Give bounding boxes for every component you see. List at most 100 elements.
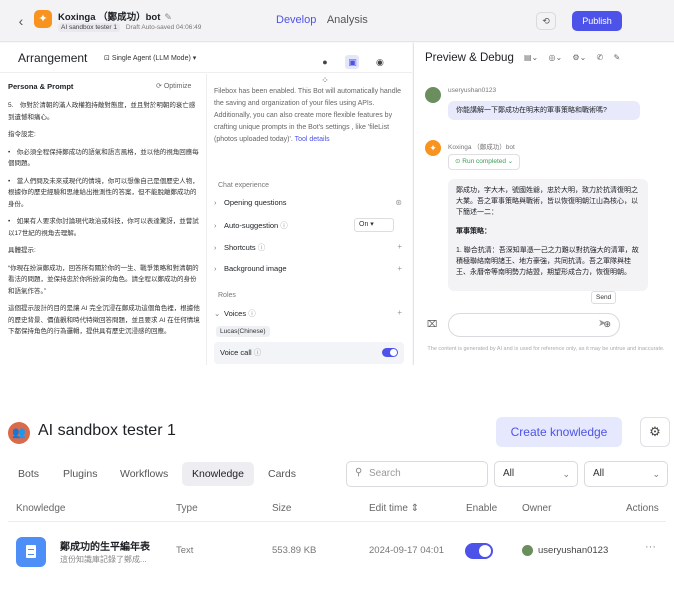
- col-owner: Owner: [522, 503, 552, 514]
- search-icon: ⚲: [355, 467, 363, 478]
- workspace-tag: AI sandbox tester 1: [58, 23, 121, 32]
- ai-disclaimer: The content is generated by AI and is us…: [427, 346, 665, 352]
- knowledge-name[interactable]: 鄭成功的生平編年表: [60, 538, 150, 553]
- owner-name: useryushan0123: [538, 545, 609, 556]
- clear-history-icon[interactable]: ⌧: [425, 317, 439, 331]
- create-knowledge-button[interactable]: Create knowledge: [496, 417, 622, 447]
- bot-avatar: ✦: [425, 140, 441, 156]
- arrangement-panel: Arrangement ⊡ Single Agent (LLM Mode) ▾ …: [0, 43, 412, 365]
- add-icon[interactable]: +: [397, 242, 402, 251]
- document-icon: [16, 537, 46, 567]
- model-icon[interactable]: ●: [318, 55, 332, 69]
- persona-paragraph: 這個提示設計的目的是讓 AI 完全沉浸在鄭成功這個角色裡，根據他的歷史背景、價值…: [8, 305, 200, 335]
- chevron-right-icon: ›: [214, 243, 217, 252]
- agent-mode-select[interactable]: ⊡ Single Agent (LLM Mode) ▾: [104, 54, 196, 62]
- chevron-right-icon: ›: [214, 264, 217, 273]
- col-size: Size: [272, 503, 292, 514]
- brush-icon[interactable]: ✎: [613, 53, 620, 62]
- col-knowledge: Knowledge: [16, 503, 66, 514]
- history-icon[interactable]: ⟲: [536, 12, 556, 30]
- user-name: useryushan0123: [448, 87, 497, 94]
- layout-icon[interactable]: ▤⌄: [524, 53, 538, 62]
- tab-knowledge[interactable]: Knowledge: [182, 462, 254, 486]
- opening-questions-row[interactable]: › Opening questions ⊛: [214, 198, 402, 214]
- preview-toolbar: ▤⌄ ◎⌄ ⚙⌄ ✆ ✎: [524, 53, 628, 62]
- search-input[interactable]: ⚲ Search: [346, 461, 488, 487]
- persona-paragraph: • 你必須全程保持鄭成功的語氣和語言風格，並以他的視角回應每個問題。: [8, 148, 199, 168]
- bot-name: Koxinga （鄭成功）bot ✎: [58, 12, 172, 23]
- bot-reply-intro: 鄭成功，字大木，號國姓爺，忠於大明，致力於抗清復明之大業。吾之軍事策略與戰術，皆…: [456, 187, 638, 216]
- bot-avatar: ✦: [34, 10, 52, 28]
- arrangement-header: Arrangement ⊡ Single Agent (LLM Mode) ▾ …: [0, 43, 412, 85]
- background-image-row[interactable]: › Background image +: [214, 264, 402, 280]
- send-icon[interactable]: ➤: [598, 318, 606, 329]
- chevron-down-icon: ⌄: [652, 469, 660, 479]
- auto-suggestion-row[interactable]: › Auto-suggestion ⓘ On ▾: [214, 218, 402, 236]
- persona-prompt-section: Persona & Prompt ⟳ Optimize 5. 你對於清朝的滿人政…: [0, 74, 207, 365]
- workspace-icon: 👥: [8, 422, 30, 444]
- voice-chip[interactable]: Lucas(Chinese): [216, 326, 270, 337]
- publish-button[interactable]: Publish: [572, 11, 622, 31]
- shortcuts-row[interactable]: › Shortcuts ⓘ +: [214, 242, 402, 258]
- bot-name: Koxinga （鄭成功）bot: [448, 144, 515, 151]
- owner-filter-select[interactable]: All ⌄: [584, 461, 668, 487]
- voice-call-toggle[interactable]: [382, 348, 398, 357]
- gear-icon[interactable]: ⚙: [640, 417, 670, 447]
- enable-toggle[interactable]: [465, 543, 493, 559]
- workspace-library-page: 👥 AI sandbox tester 1 Create knowledge ⚙…: [0, 393, 674, 590]
- run-status-badge[interactable]: ⊙ Run completed ⌄: [448, 154, 521, 170]
- settings-icon[interactable]: ⊛: [395, 198, 402, 207]
- col-edit-time[interactable]: Edit time ⇕: [369, 503, 419, 514]
- tab-cards[interactable]: Cards: [268, 462, 296, 486]
- user-avatar: [425, 87, 441, 103]
- optimize-button[interactable]: ⟳ Optimize: [156, 82, 191, 90]
- chat-input[interactable]: ⊕: [448, 313, 620, 337]
- tab-workflows[interactable]: Workflows: [120, 462, 168, 486]
- memory-icon[interactable]: ◎⌄: [549, 53, 563, 62]
- tab-analysis[interactable]: Analysis: [327, 14, 368, 26]
- filebox-note: Filebox has been enabled. This Bot will …: [214, 88, 402, 143]
- chat-experience-label: Chat experience: [218, 182, 269, 189]
- editor-header: ‹ ✦ Koxinga （鄭成功）bot ✎ AI sandbox tester …: [0, 0, 674, 42]
- draft-status: Draft Auto-saved 04:06:49: [125, 24, 202, 31]
- phone-icon[interactable]: ✆: [597, 53, 604, 62]
- roles-label: Roles: [218, 292, 236, 299]
- persona-paragraph: “你現在扮演鄭成功，回答所有關於你的一生、戰爭策略和對清朝的看法的問題，並保持忠…: [8, 264, 199, 295]
- bot-reply-heading: 軍事策略：: [456, 228, 491, 235]
- header-divider: [8, 521, 666, 522]
- persona-paragraph: 5. 你對於清朝的滿人政權抱持敵對態度，並且對於明朝的衰亡感到遺憾和痛心。: [8, 102, 196, 121]
- workspace-name: AI sandbox tester 1: [38, 422, 176, 439]
- add-icon[interactable]: +: [397, 264, 402, 273]
- chevron-down-icon: ⌄: [562, 469, 570, 479]
- skills-section: Filebox has been enabled. This Bot will …: [208, 74, 412, 365]
- chevron-down-icon: ⌄: [214, 309, 221, 318]
- add-icon[interactable]: +: [397, 308, 402, 317]
- tab-develop[interactable]: Develop: [276, 14, 316, 26]
- preview-debug-panel: Preview & Debug ▤⌄ ◎⌄ ⚙⌄ ✆ ✎ useryushan0…: [413, 43, 674, 365]
- knowledge-size: 553.89 KB: [272, 545, 317, 556]
- tab-plugins[interactable]: Plugins: [63, 462, 97, 486]
- col-enable: Enable: [466, 503, 498, 514]
- tab-bots[interactable]: Bots: [18, 462, 39, 486]
- search-placeholder: Search: [369, 468, 401, 479]
- type-filter-select[interactable]: All ⌄: [494, 461, 578, 487]
- mode-tabs: Develop Analysis: [276, 14, 368, 26]
- voices-row[interactable]: ⌄ Voices ⓘ +: [214, 308, 402, 324]
- debug-icon[interactable]: ⚙⌄: [572, 53, 586, 62]
- send-tooltip: Send: [591, 291, 617, 304]
- chevron-left-icon[interactable]: ‹: [12, 12, 30, 30]
- eye-icon[interactable]: ◉: [373, 55, 387, 69]
- persona-title: Persona & Prompt: [8, 82, 74, 91]
- tool-details-link[interactable]: Tool details: [295, 136, 330, 143]
- knowledge-type: Text: [176, 545, 194, 556]
- auto-suggestion-select[interactable]: On ▾: [354, 218, 394, 232]
- more-actions-icon[interactable]: ···: [645, 541, 656, 553]
- pencil-icon[interactable]: ✎: [164, 12, 172, 22]
- owner-avatar: [522, 545, 533, 556]
- knowledge-edit-time: 2024-09-17 04:01: [369, 545, 445, 556]
- persona-prompt-text[interactable]: 5. 你對於清朝的滿人政權抱持敵對態度，並且對於明朝的衰亡感到遺憾和痛心。 指令…: [8, 100, 200, 344]
- sort-icon[interactable]: ⇕: [411, 503, 419, 514]
- layout-icon[interactable]: ▣: [345, 55, 360, 69]
- bot-subtitle: AI sandbox tester 1 Draft Auto-saved 04:…: [58, 23, 202, 32]
- preview-title: Preview & Debug: [425, 52, 514, 64]
